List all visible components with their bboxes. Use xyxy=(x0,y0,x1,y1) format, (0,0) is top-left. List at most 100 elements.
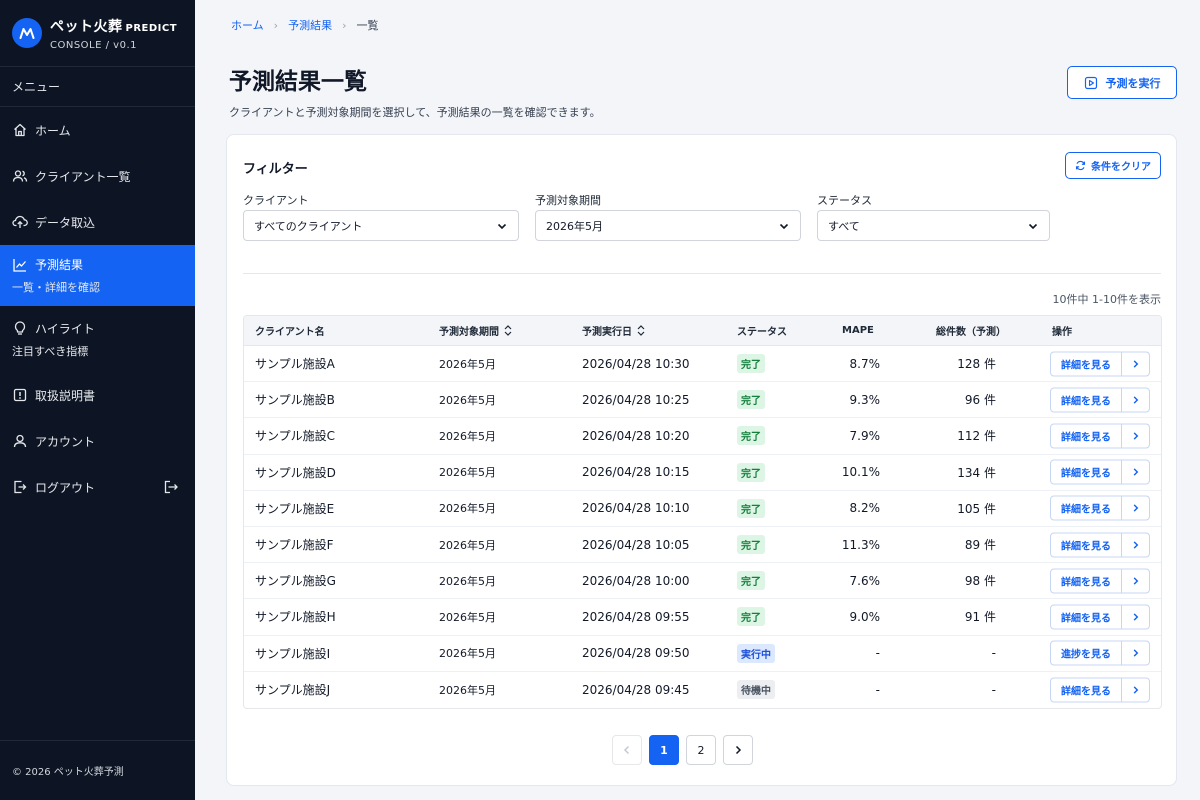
cell-period: 2026年5月 xyxy=(439,683,496,697)
sidebar-item-label: ホーム xyxy=(35,123,71,138)
cell-period: 2026年5月 xyxy=(439,429,496,443)
sidebar-item-account[interactable]: アカウント xyxy=(0,418,195,464)
view-detail-button[interactable]: 詳細を見る xyxy=(1050,532,1150,558)
client-filter-label: クライアント xyxy=(243,194,309,207)
cell-total: 105 件 xyxy=(957,501,996,516)
sidebar-item-highlights[interactable]: ハイライト 注目すべき指標 xyxy=(0,306,195,372)
filter-title: フィルター xyxy=(243,162,308,177)
cell-total: 89 件 xyxy=(964,538,996,553)
cell-total: 98 件 xyxy=(964,574,996,589)
next-page-button[interactable] xyxy=(723,735,753,765)
cell-mape: 7.6% xyxy=(849,573,881,588)
header-action: 操作 xyxy=(1052,327,1072,338)
sidebar: ペット火葬 PREDICT CONSOLE / v0.1 メニュー ホーム クライ… xyxy=(0,0,195,800)
logout-arrow-icon[interactable] xyxy=(163,479,179,495)
period-filter-label: 予測対象期間 xyxy=(535,194,601,207)
results-table: クライアント名 予測対象期間 予測実行日 ステータス MAPE 総件数（予測） … xyxy=(243,315,1162,709)
chevron-right-icon xyxy=(1122,352,1149,375)
view-detail-button[interactable]: 詳細を見る xyxy=(1050,459,1150,485)
results-card: フィルター 条件をクリア クライアント すべてのクライアント 予測対象期間 20… xyxy=(226,134,1177,786)
table-row: サンプル施設B 2026年5月 2026/04/28 10:25 完了 9.3% 96 件… xyxy=(244,382,1161,419)
sort-icon[interactable] xyxy=(637,325,645,336)
cell-total: 128 件 xyxy=(957,357,996,372)
sidebar-item-logout[interactable]: ログアウト xyxy=(0,464,195,510)
breadcrumb-results[interactable]: 予測結果 xyxy=(288,17,332,33)
table-row: サンプル施設J 2026年5月 2026/04/28 09:45 待機中 - - 詳細を見る xyxy=(244,672,1161,708)
chart-line-icon xyxy=(13,258,26,272)
run-prediction-button[interactable]: 予測を実行 xyxy=(1067,66,1177,99)
view-detail-button[interactable]: 詳細を見る xyxy=(1050,604,1150,630)
cell-status: 完了 xyxy=(737,527,765,562)
cell-period: 2026年5月 xyxy=(439,610,496,624)
brand[interactable]: ペット火葬 PREDICT CONSOLE / v0.1 xyxy=(0,0,195,67)
status-select[interactable]: すべて xyxy=(817,210,1050,241)
cell-client: サンプル施設G xyxy=(255,574,336,589)
page-description: クライアントと予測対象期間を選択して、予測結果の一覧を確認できます。 xyxy=(229,106,601,119)
brand-tag: PREDICT xyxy=(125,22,178,34)
sidebar-item-results[interactable]: 予測結果 一覧・詳細を確認 xyxy=(0,245,195,306)
view-detail-button[interactable]: 詳細を見る xyxy=(1050,387,1150,413)
cell-client: サンプル施設I xyxy=(255,646,331,661)
header-client: クライアント名 xyxy=(255,327,325,338)
chevron-right-icon xyxy=(735,745,742,755)
manual-icon xyxy=(13,388,27,402)
cell-client: サンプル施設C xyxy=(255,429,336,444)
cell-mape: 8.2% xyxy=(849,501,881,516)
cell-client: サンプル施設A xyxy=(255,357,335,372)
sidebar-item-clients[interactable]: クライアント一覧 xyxy=(0,153,195,199)
pagination: 1 2 xyxy=(612,735,760,765)
cell-client: サンプル施設H xyxy=(255,610,336,625)
sidebar-item-label: ハイライト xyxy=(35,321,95,336)
cell-period: 2026年5月 xyxy=(439,647,496,661)
cell-mape: 11.3% xyxy=(841,537,880,552)
view-detail-label: 詳細を見る xyxy=(1051,460,1122,484)
sidebar-item-data-import[interactable]: データ取込 xyxy=(0,199,195,245)
sidebar-item-manual[interactable]: 取扱説明書 xyxy=(0,372,195,418)
cell-run-date: 2026/04/28 09:55 xyxy=(582,609,690,624)
cell-mape: 8.7% xyxy=(849,356,881,371)
view-detail-button[interactable]: 詳細を見る xyxy=(1050,495,1150,521)
client-select[interactable]: すべてのクライアント xyxy=(243,210,519,241)
cell-period: 2026年5月 xyxy=(439,574,496,588)
sort-icon[interactable] xyxy=(504,325,512,336)
chevron-left-icon xyxy=(623,745,630,755)
breadcrumb-home[interactable]: ホーム xyxy=(231,17,264,33)
filter-divider xyxy=(243,273,1161,274)
cell-mape: 9.0% xyxy=(849,609,881,624)
page-button-2[interactable]: 2 xyxy=(686,735,716,765)
view-detail-button[interactable]: 進捗を見る xyxy=(1050,640,1150,666)
view-detail-button[interactable]: 詳細を見る xyxy=(1050,423,1150,449)
user-icon xyxy=(13,434,27,448)
chevron-down-icon xyxy=(1028,223,1038,229)
chevron-right-icon xyxy=(1122,642,1149,665)
header-period[interactable]: 予測対象期間 xyxy=(439,316,512,345)
status-badge: 完了 xyxy=(737,462,765,482)
breadcrumb-separator-icon: › xyxy=(273,18,279,32)
status-badge: 完了 xyxy=(737,390,765,410)
menu-heading: メニュー xyxy=(0,67,195,107)
view-detail-button[interactable]: 詳細を見る xyxy=(1050,351,1150,377)
cell-period: 2026年5月 xyxy=(439,393,496,407)
view-detail-button[interactable]: 詳細を見る xyxy=(1050,677,1150,703)
prev-page-button[interactable] xyxy=(612,735,642,765)
view-detail-label: 進捗を見る xyxy=(1051,641,1122,665)
period-select[interactable]: 2026年5月 xyxy=(535,210,801,241)
sidebar-item-home[interactable]: ホーム xyxy=(0,107,195,153)
cell-client: サンプル施設D xyxy=(255,465,336,480)
chevron-right-icon xyxy=(1122,424,1149,447)
cell-run-date: 2026/04/28 10:10 xyxy=(582,501,690,516)
upload-icon xyxy=(12,215,28,228)
header-run-date[interactable]: 予測実行日 xyxy=(582,316,645,345)
clear-filters-button[interactable]: 条件をクリア xyxy=(1065,152,1161,179)
table-row: サンプル施設I 2026年5月 2026/04/28 09:50 実行中 - - 進捗を見る xyxy=(244,636,1161,672)
cell-run-date: 2026/04/28 10:05 xyxy=(582,537,690,552)
view-detail-button[interactable]: 詳細を見る xyxy=(1050,568,1150,594)
view-detail-label: 詳細を見る xyxy=(1051,424,1122,448)
view-detail-label: 詳細を見る xyxy=(1051,496,1122,520)
page-button-1[interactable]: 1 xyxy=(649,735,679,765)
cell-mape: - xyxy=(875,646,880,661)
client-select-value: すべてのクライアント xyxy=(254,219,363,233)
sidebar-item-label: クライアント一覧 xyxy=(35,169,131,184)
cell-status: 実行中 xyxy=(737,636,775,671)
sidebar-item-label: データ取込 xyxy=(35,215,96,230)
